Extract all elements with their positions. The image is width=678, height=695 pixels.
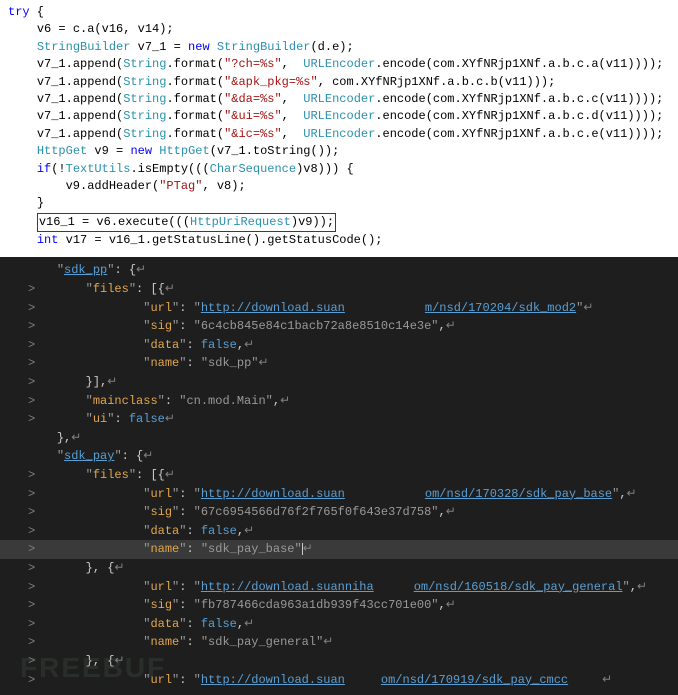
json-line: > "url": "http://download.suannihaom/nsd… xyxy=(0,578,678,597)
json-line: > "data": false,↵ xyxy=(0,336,678,355)
code-line: v7_1.append(String.format("?ch=%s", URLE… xyxy=(8,56,670,73)
code-line: v6 = c.a(v16, v14); xyxy=(8,21,670,38)
linebreak-icon: ↵ xyxy=(114,561,124,575)
json-line: > "name": "sdk_pay_base"↵ xyxy=(0,540,678,559)
json-line: > "url": "http://download.suanom/nsd/170… xyxy=(0,671,678,690)
linebreak-icon: ↵ xyxy=(280,394,290,408)
json-line: > "data": false,↵ xyxy=(0,522,678,541)
linebreak-icon: ↵ xyxy=(323,635,333,649)
code-line: v7_1.append(String.format("&ic=%s", URLE… xyxy=(8,126,670,143)
linebreak-icon: ↵ xyxy=(446,319,456,333)
code-line: v9.addHeader("PTag", v8); xyxy=(8,178,670,195)
linebreak-icon: ↵ xyxy=(165,468,175,482)
linebreak-icon: ↵ xyxy=(258,356,268,370)
linebreak-icon: ↵ xyxy=(627,487,637,501)
code-line: int v17 = v16_1.getStatusLine().getStatu… xyxy=(8,232,670,249)
json-line: > }],↵ xyxy=(0,373,678,392)
code-line: if(!TextUtils.isEmpty(((CharSequence)v8)… xyxy=(8,161,670,178)
json-line: },↵ xyxy=(0,429,678,448)
json-line: > "name": "sdk_pay_general"↵ xyxy=(0,633,678,652)
json-line: > "name": "sdk_pp"↵ xyxy=(0,354,678,373)
highlighted-line: v16_1 = v6.execute(((HttpUriRequest)v9))… xyxy=(37,213,336,232)
code-line: } xyxy=(8,195,670,212)
json-line: > }, {↵ xyxy=(0,559,678,578)
linebreak-icon: ↵ xyxy=(143,449,153,463)
code-line: v7_1.append(String.format("&ui=%s", URLE… xyxy=(8,108,670,125)
json-line: "sdk_pay": {↵ xyxy=(0,447,678,466)
code-line: HttpGet v9 = new HttpGet(v7_1.toString()… xyxy=(8,143,670,160)
code-line: try { xyxy=(8,4,670,21)
json-line: "sdk_pp": {↵ xyxy=(0,261,678,280)
linebreak-icon: ↵ xyxy=(244,338,254,352)
linebreak-icon: ↵ xyxy=(244,617,254,631)
json-line: > }, {↵ xyxy=(0,652,678,671)
json-line: > "data": false,↵ xyxy=(0,615,678,634)
linebreak-icon: ↵ xyxy=(637,580,647,594)
json-line: > "sig": "6c4cb845e84c1bacb72a8e8510c14e… xyxy=(0,317,678,336)
linebreak-icon: ↵ xyxy=(446,505,456,519)
linebreak-icon: ↵ xyxy=(136,263,146,277)
linebreak-icon: ↵ xyxy=(602,673,612,687)
linebreak-icon: ↵ xyxy=(446,598,456,612)
json-line: > "mainclass": "cn.mod.Main",↵ xyxy=(0,392,678,411)
code-line: StringBuilder v7_1 = new StringBuilder(d… xyxy=(8,39,670,56)
json-line: > "url": "http://download.suanm/nsd/1702… xyxy=(0,299,678,318)
json-line: > "url": "http://download.suanom/nsd/170… xyxy=(0,485,678,504)
linebreak-icon: ↵ xyxy=(71,431,81,445)
linebreak-icon: ↵ xyxy=(303,542,313,556)
java-code-block: try { v6 = c.a(v16, v14); StringBuilder … xyxy=(0,0,678,257)
linebreak-icon: ↵ xyxy=(114,654,124,668)
linebreak-icon: ↵ xyxy=(244,524,254,538)
json-line: > "sig": "67c6954566d76f2f765f0f643e37d7… xyxy=(0,503,678,522)
code-line: v16_1 = v6.execute(((HttpUriRequest)v9))… xyxy=(8,213,670,232)
linebreak-icon: ↵ xyxy=(165,282,175,296)
json-line: > "files": [{↵ xyxy=(0,466,678,485)
json-line: > "sig": "fb787466cda963a1db939f43cc701e… xyxy=(0,596,678,615)
json-line: > "ui": false↵ xyxy=(0,410,678,429)
json-code-block: "sdk_pp": {↵> "files": [{↵> "url": "http… xyxy=(0,257,678,695)
json-line: > "files": [{↵ xyxy=(0,280,678,299)
code-line: v7_1.append(String.format("&apk_pkg=%s",… xyxy=(8,74,670,91)
linebreak-icon: ↵ xyxy=(165,412,175,426)
code-line: v7_1.append(String.format("&da=%s", URLE… xyxy=(8,91,670,108)
linebreak-icon: ↵ xyxy=(107,375,117,389)
linebreak-icon: ↵ xyxy=(583,301,593,315)
